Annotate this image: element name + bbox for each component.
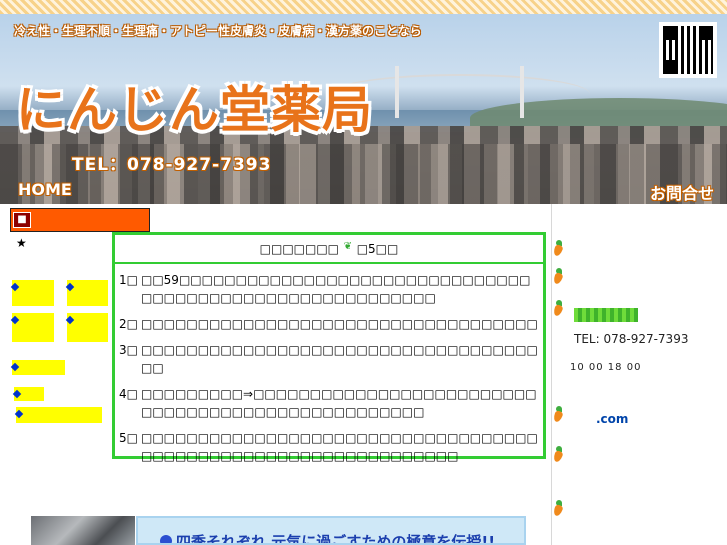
sidebar-phone: TEL: 078-927-7393: [574, 332, 689, 346]
sidebar-link[interactable]: [65, 280, 108, 306]
header-tagline: 冷え性・生理不順・生理痛・アトピー性皮膚炎・皮膚病・漢方薬のことなら: [14, 24, 422, 38]
panel-title: □□□□□□□ ❦ □5□□: [115, 235, 543, 264]
bullet-icon: [14, 409, 24, 419]
left-sidebar: ■ ★: [0, 204, 150, 545]
list-item: 3□ □□□□□□□□□□□□□□□□□□□□□□□□□□□□□□□□□□□□□: [119, 341, 539, 377]
sidebar-link[interactable]: [10, 360, 65, 375]
bullet-icon: [65, 315, 75, 325]
carrot-icon[interactable]: [552, 500, 564, 518]
sidebar-link[interactable]: [10, 280, 54, 306]
feature-list: 1□ □□59□□□□□□□□□□□□□□□□□□□□□□□□□□□□□□□□□…: [119, 271, 539, 473]
bridge-tower: [520, 66, 524, 118]
seasonal-banner-text: 四季それぞれ 元気に過ごすための極意を伝授!!: [176, 533, 496, 545]
sidebar-header-bar: ■: [10, 208, 150, 232]
list-item: 4□ □□□□□□□□□⇒□□□□□□□□□□□□□□□□□□□□□□□□□□□…: [119, 385, 539, 421]
sidebar-link[interactable]: [12, 387, 44, 401]
panel-title-count: □5□□: [356, 242, 399, 256]
sidebar-link[interactable]: [10, 313, 54, 342]
item-text: □□□□□□□□□□□□□□□□□□□□□□□□□□□□□□□□□□□□□□□□…: [141, 431, 538, 463]
star-mark: ★: [16, 236, 27, 250]
site-logo[interactable]: にんじん堂薬局: [16, 70, 373, 142]
list-item: 5□ □□□□□□□□□□□□□□□□□□□□□□□□□□□□□□□□□□□□□…: [119, 429, 539, 465]
carrot-icon[interactable]: [552, 268, 564, 286]
item-number: 5□: [119, 431, 138, 445]
sidebar-link[interactable]: [65, 313, 108, 342]
carrot-icon[interactable]: [552, 240, 564, 258]
item-text: □□□□□□□□□⇒□□□□□□□□□□□□□□□□□□□□□□□□□□□□□□…: [141, 387, 537, 419]
green-label-image: [574, 308, 638, 322]
home-link[interactable]: HOME: [18, 180, 72, 199]
bullet-icon: [10, 282, 20, 292]
shop-icon: ■: [13, 212, 31, 228]
panel-title-text: □□□□□□□: [259, 242, 340, 256]
top-decorative-strip: [0, 0, 727, 14]
leaf-icon: ❦: [343, 241, 353, 252]
contact-link[interactable]: お問合せ: [650, 180, 714, 204]
item-text: □□□□□□□□□□□□□□□□□□□□□□□□□□□□□□□□□□□□□: [141, 343, 538, 375]
carrot-icon[interactable]: [552, 300, 564, 318]
carrot-icon[interactable]: [552, 406, 564, 424]
qr-code: [659, 22, 717, 78]
features-panel: □□□□□□□ ❦ □5□□ 1□ □□59□□□□□□□□□□□□□□□□□□…: [112, 232, 546, 463]
sidebar-link[interactable]: [14, 407, 102, 423]
item-number: 3□: [119, 343, 138, 357]
item-number: 1□: [119, 273, 138, 287]
bridge-tower: [395, 66, 399, 118]
list-item: 1□ □□59□□□□□□□□□□□□□□□□□□□□□□□□□□□□□□□□□…: [119, 271, 539, 307]
bullet-icon: [10, 362, 20, 372]
business-hours: 10 00 18 00: [570, 362, 642, 373]
carrot-icon[interactable]: [552, 446, 564, 464]
bullet-icon: [10, 315, 20, 325]
bullet-dot-icon: [160, 535, 172, 543]
seasonal-banner[interactable]: 四季それぞれ 元気に過ごすための極意を伝授!!: [136, 516, 526, 545]
domain-link[interactable]: .com: [596, 412, 628, 426]
qr-code-pattern: [663, 26, 713, 74]
item-number: 4□: [119, 387, 138, 401]
right-sidebar: TEL: 078-927-7393 10 00 18 00 .com: [551, 204, 727, 545]
item-number: 2□: [119, 317, 138, 331]
bullet-icon: [12, 389, 22, 399]
shop-photo: [31, 516, 135, 545]
header-phone: TEL：078-927-7393: [72, 155, 272, 175]
item-text: □□59□□□□□□□□□□□□□□□□□□□□□□□□□□□□□□□□□□□□…: [141, 273, 531, 305]
item-text: □□□□□□□□□□□□□□□□□□□□□□□□□□□□□□□□□□□: [141, 317, 538, 331]
list-item: 2□ □□□□□□□□□□□□□□□□□□□□□□□□□□□□□□□□□□□: [119, 315, 539, 333]
bullet-icon: [65, 282, 75, 292]
